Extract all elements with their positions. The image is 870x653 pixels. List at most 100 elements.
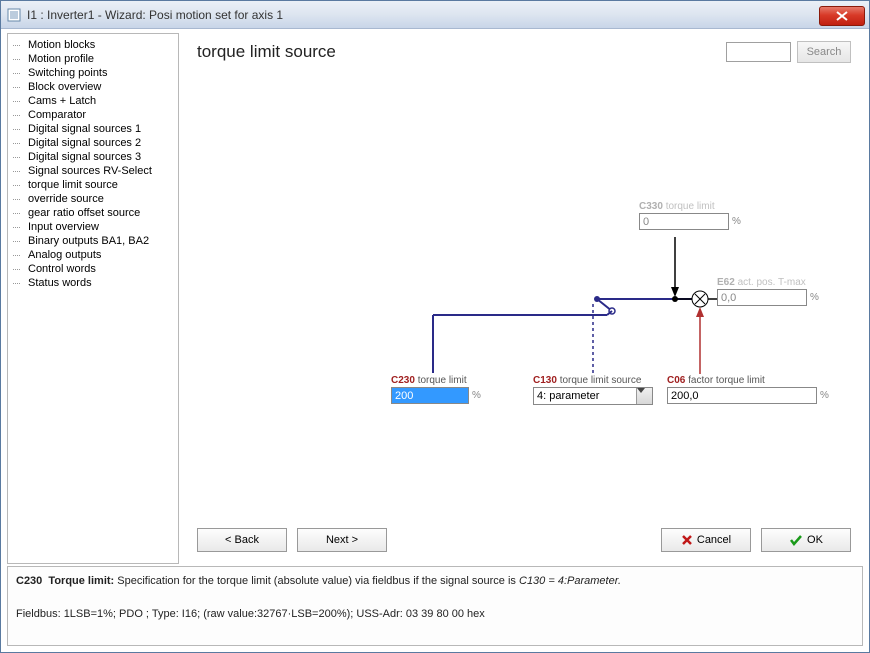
sidebar-item-label: override source xyxy=(28,193,104,205)
sidebar-item[interactable]: ····Signal sources RV-Select xyxy=(10,164,176,178)
param-c06-value[interactable] xyxy=(667,387,817,404)
sidebar-item-label: Binary outputs BA1, BA2 xyxy=(28,235,149,247)
param-c06-label: C06 factor torque limit xyxy=(667,375,829,386)
param-c130-select[interactable]: 4: parameter xyxy=(533,387,653,405)
sidebar-item[interactable]: ····Block overview xyxy=(10,80,176,94)
sidebar-item-label: Motion blocks xyxy=(28,39,95,51)
param-c06-unit: % xyxy=(820,390,829,401)
cancel-icon xyxy=(681,534,693,546)
sidebar-item-label: Input overview xyxy=(28,221,99,233)
sidebar-item-label: torque limit source xyxy=(28,179,118,191)
tree-dots-icon: ···· xyxy=(12,222,26,232)
tree-dots-icon: ···· xyxy=(12,264,26,274)
header-row: torque limit source Search xyxy=(197,41,851,63)
param-c130: C130 torque limit source 4: parameter xyxy=(533,375,653,405)
tree-dots-icon: ···· xyxy=(12,194,26,204)
window-title: I1 : Inverter1 - Wizard: Posi motion set… xyxy=(27,8,819,22)
ok-button[interactable]: OK xyxy=(761,528,851,552)
tree-dots-icon: ···· xyxy=(12,166,26,176)
info-line-2: Fieldbus: 1LSB=1%; PDO ; Type: I16; (raw… xyxy=(16,606,854,623)
tree-dots-icon: ···· xyxy=(12,124,26,134)
info-line-1: C230 Torque limit: Specification for the… xyxy=(16,573,854,590)
tree-dots-icon: ···· xyxy=(12,40,26,50)
sidebar-item-label: Digital signal sources 1 xyxy=(28,123,141,135)
tree-dots-icon: ···· xyxy=(12,110,26,120)
tree-dots-icon: ···· xyxy=(12,180,26,190)
tree-dots-icon: ···· xyxy=(12,250,26,260)
sidebar-item[interactable]: ····Control words xyxy=(10,262,176,276)
search-button[interactable]: Search xyxy=(797,41,851,63)
param-e62-label: E62 act. pos. T-max xyxy=(717,277,819,288)
tree-dots-icon: ···· xyxy=(12,208,26,218)
sidebar-item[interactable]: ····Digital signal sources 1 xyxy=(10,122,176,136)
param-c330-label: C330 torque limit xyxy=(639,201,741,212)
sidebar-item[interactable]: ····torque limit source xyxy=(10,178,176,192)
param-e62-value[interactable] xyxy=(717,289,807,306)
sidebar-item-label: Digital signal sources 2 xyxy=(28,137,141,149)
tree-dots-icon: ···· xyxy=(12,236,26,246)
tree-dots-icon: ···· xyxy=(12,152,26,162)
nav-row: < Back Next > Cancel OK xyxy=(179,522,863,564)
sidebar-item-label: gear ratio offset source xyxy=(28,207,140,219)
sidebar-item-label: Digital signal sources 3 xyxy=(28,151,141,163)
tree-dots-icon: ···· xyxy=(12,54,26,64)
sidebar-item[interactable]: ····Motion profile xyxy=(10,52,176,66)
back-button[interactable]: < Back xyxy=(197,528,287,552)
sidebar-item[interactable]: ····Motion blocks xyxy=(10,38,176,52)
tree-dots-icon: ···· xyxy=(12,68,26,78)
sidebar-item-label: Status words xyxy=(28,277,92,289)
tree-dots-icon: ···· xyxy=(12,96,26,106)
param-c330-value[interactable] xyxy=(639,213,729,230)
sidebar-item-label: Comparator xyxy=(28,109,86,121)
param-c330: C330 torque limit % xyxy=(639,201,741,230)
sidebar-item-label: Signal sources RV-Select xyxy=(28,165,152,177)
sidebar-item[interactable]: ····gear ratio offset source xyxy=(10,206,176,220)
sidebar-item-label: Analog outputs xyxy=(28,249,101,261)
sidebar-item[interactable]: ····Status words xyxy=(10,276,176,290)
param-c06: C06 factor torque limit % xyxy=(667,375,829,404)
param-c230-label: C230 torque limit xyxy=(391,375,481,386)
param-c330-unit: % xyxy=(732,216,741,227)
sidebar-item[interactable]: ····Digital signal sources 3 xyxy=(10,150,176,164)
main-wrap: torque limit source Search xyxy=(179,33,863,564)
param-e62-unit: % xyxy=(810,292,819,303)
main-panel: torque limit source Search xyxy=(179,33,863,522)
param-c230-unit: % xyxy=(472,390,481,401)
tree-dots-icon: ···· xyxy=(12,82,26,92)
sidebar-tree[interactable]: ····Motion blocks····Motion profile····S… xyxy=(7,33,179,564)
chevron-down-icon xyxy=(636,388,652,404)
wizard-window: I1 : Inverter1 - Wizard: Posi motion set… xyxy=(0,0,870,653)
param-e62: E62 act. pos. T-max % xyxy=(717,277,819,306)
sidebar-item[interactable]: ····Analog outputs xyxy=(10,248,176,262)
info-panel: C230 Torque limit: Specification for the… xyxy=(7,566,863,646)
close-button[interactable] xyxy=(819,6,865,26)
sidebar-item[interactable]: ····Switching points xyxy=(10,66,176,80)
sidebar-item[interactable]: ····override source xyxy=(10,192,176,206)
cancel-button[interactable]: Cancel xyxy=(661,528,751,552)
sidebar-item[interactable]: ····Cams + Latch xyxy=(10,94,176,108)
app-icon xyxy=(7,8,21,22)
diagram: C330 torque limit % E62 act. pos. T-max xyxy=(197,69,851,489)
sidebar-item-label: Block overview xyxy=(28,81,101,93)
close-icon xyxy=(836,11,848,21)
next-button[interactable]: Next > xyxy=(297,528,387,552)
sidebar-item-label: Cams + Latch xyxy=(28,95,96,107)
param-c230-value[interactable] xyxy=(391,387,469,404)
check-icon xyxy=(789,534,803,546)
sidebar-item[interactable]: ····Binary outputs BA1, BA2 xyxy=(10,234,176,248)
sidebar-item[interactable]: ····Digital signal sources 2 xyxy=(10,136,176,150)
titlebar: I1 : Inverter1 - Wizard: Posi motion set… xyxy=(1,1,869,29)
param-c230: C230 torque limit % xyxy=(391,375,481,404)
search-input[interactable] xyxy=(726,42,791,62)
body: ····Motion blocks····Motion profile····S… xyxy=(1,29,869,566)
tree-dots-icon: ···· xyxy=(12,278,26,288)
param-c130-label: C130 torque limit source xyxy=(533,375,653,386)
tree-dots-icon: ···· xyxy=(12,138,26,148)
sidebar-item[interactable]: ····Comparator xyxy=(10,108,176,122)
sidebar-item-label: Switching points xyxy=(28,67,108,79)
page-title: torque limit source xyxy=(197,42,726,62)
sidebar-item-label: Motion profile xyxy=(28,53,94,65)
sidebar-item-label: Control words xyxy=(28,263,96,275)
param-c130-value: 4: parameter xyxy=(537,390,599,402)
sidebar-item[interactable]: ····Input overview xyxy=(10,220,176,234)
